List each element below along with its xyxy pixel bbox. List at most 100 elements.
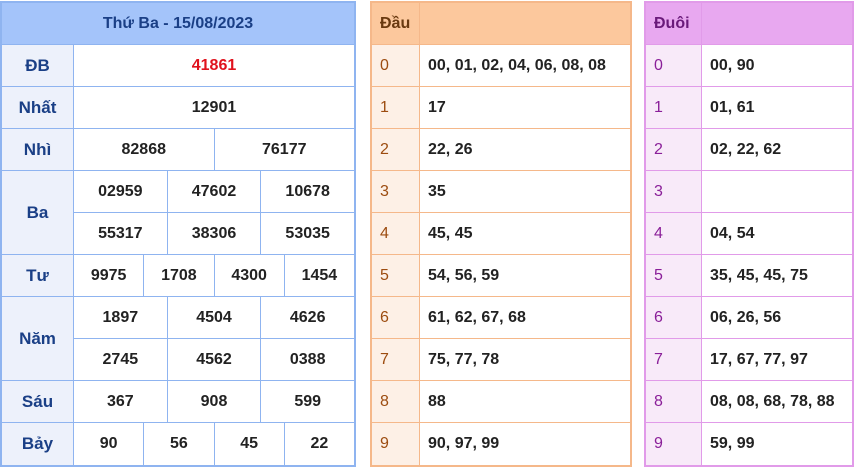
duoi-row: 4 04, 54	[646, 213, 852, 255]
prize-label: Năm	[2, 297, 74, 380]
prize-values: 367 908 599	[74, 381, 354, 422]
dau-digit: 9	[372, 423, 420, 465]
prize-number: 4504	[166, 297, 261, 338]
prize-label: Ba	[2, 171, 74, 254]
prize-row: Nhất 12901	[2, 87, 354, 129]
prize-number: 4300	[213, 255, 284, 296]
dau-table: Đầu 0 00, 01, 02, 04, 06, 08, 08 1 17 2 22, 2…	[370, 1, 632, 467]
prize-number: 9975	[90, 266, 127, 284]
prize-number: 10678	[260, 171, 354, 212]
duoi-row: 0 00, 90	[646, 45, 852, 87]
prize-value-row: 367 908 599	[74, 381, 354, 422]
duoi-row: 1 01, 61	[646, 87, 852, 129]
dau-row: 1 17	[372, 87, 630, 129]
prize-row: Bảy 90 56 45 22	[2, 423, 354, 465]
duoi-numbers: 35, 45, 45, 75	[710, 266, 808, 284]
dau-digit: 2	[372, 129, 420, 170]
duoi-digit: 3	[646, 171, 702, 212]
prize-row: Sáu 367 908 599	[2, 381, 354, 423]
prize-number: 1708	[143, 255, 213, 296]
prize-values: 1897 4504 4626 2745 4562 0388	[74, 297, 354, 380]
dau-row: 8 88	[372, 381, 630, 423]
prize-number: 90	[99, 435, 118, 452]
prize-number: 82868	[121, 140, 167, 158]
prize-value-row: 1897 4504 4626	[74, 297, 354, 338]
prize-number: 12901	[191, 98, 237, 116]
prize-label: Bảy	[2, 423, 74, 465]
prize-number: 22	[283, 423, 354, 465]
duoi-digit: 2	[646, 129, 702, 170]
prize-values: 9975 1708 4300 1454	[74, 255, 354, 296]
duoi-numbers: 00, 90	[710, 56, 755, 74]
duoi-digit: 9	[646, 423, 702, 465]
dau-row: 0 00, 01, 02, 04, 06, 08, 08	[372, 45, 630, 87]
duoi-row: 9 59, 99	[646, 423, 852, 465]
duoi-row: 2 02, 22, 62	[646, 129, 852, 171]
dau-numbers: 61, 62, 67, 68	[428, 308, 526, 326]
dau-row: 5 54, 56, 59	[372, 255, 630, 297]
prize-value-row: 2745 4562 0388	[74, 338, 354, 380]
prize-label: Nhất	[2, 87, 74, 128]
dau-numbers: 45, 45	[428, 224, 473, 242]
dau-numbers: 88	[428, 392, 446, 410]
prize-label: ĐB	[2, 45, 74, 86]
dau-digit: 3	[372, 171, 420, 212]
duoi-table: Đuôi 0 00, 90 1 01, 61 2 02, 22, 62 3 4 04, 54 5 3…	[644, 1, 854, 467]
results-title: Thứ Ba - 15/08/2023	[2, 3, 354, 45]
prize-label: Tư	[2, 255, 74, 296]
dau-header: Đầu	[372, 3, 420, 44]
duoi-row: 8 08, 08, 68, 78, 88	[646, 381, 852, 423]
prize-number: 55317	[98, 224, 143, 242]
duoi-numbers: 04, 54	[710, 224, 755, 242]
dau-row: 9 90, 97, 99	[372, 423, 630, 465]
prize-value-row: 55317 38306 53035	[74, 212, 354, 254]
special-prize-number: 41861	[191, 56, 237, 74]
prize-row: Ba 02959 47602 10678 55317 38306 53035	[2, 171, 354, 255]
dau-row: 4 45, 45	[372, 213, 630, 255]
dau-digit: 0	[372, 45, 420, 86]
results-table: Thứ Ba - 15/08/2023 ĐB 41861 Nhất 12901 Nhì 8…	[0, 1, 356, 467]
duoi-digit: 0	[646, 45, 702, 86]
duoi-numbers: 02, 22, 62	[710, 140, 782, 158]
dau-digit: 5	[372, 255, 420, 296]
dau-digit: 4	[372, 213, 420, 254]
prize-value-row: 02959 47602 10678	[74, 171, 354, 212]
prize-values: 82868 76177	[74, 129, 354, 170]
dau-numbers: 75, 77, 78	[428, 350, 500, 368]
prize-number: 599	[260, 381, 354, 422]
duoi-rows: 0 00, 90 1 01, 61 2 02, 22, 62 3 4 04, 54 5 35, 45…	[646, 45, 852, 465]
dau-header-row: Đầu	[372, 3, 630, 45]
prize-values: 02959 47602 10678 55317 38306 53035	[74, 171, 354, 254]
dau-row: 2 22, 26	[372, 129, 630, 171]
prize-label: Nhì	[2, 129, 74, 170]
prize-rows: ĐB 41861 Nhất 12901 Nhì 82868 76177 Ba 02959 4760…	[2, 45, 354, 465]
duoi-row: 6 06, 26, 56	[646, 297, 852, 339]
prize-value-row: 9975 1708 4300 1454	[74, 255, 354, 296]
dau-digit: 1	[372, 87, 420, 128]
dau-rows: 0 00, 01, 02, 04, 06, 08, 08 1 17 2 22, 26 3 35…	[372, 45, 630, 465]
prize-value-row: 82868 76177	[74, 129, 354, 170]
prize-number: 367	[106, 392, 134, 410]
duoi-numbers: 06, 26, 56	[710, 308, 782, 326]
duoi-digit: 4	[646, 213, 702, 254]
prize-number: 1897	[102, 308, 139, 326]
prize-number: 53035	[260, 213, 354, 254]
prize-number: 4626	[260, 297, 354, 338]
prize-values: 12901	[74, 87, 354, 128]
dau-numbers: 35	[428, 182, 446, 200]
duoi-header-row: Đuôi	[646, 3, 852, 45]
dau-numbers: 54, 56, 59	[428, 266, 500, 284]
prize-number: 1454	[283, 255, 354, 296]
duoi-numbers: 59, 99	[710, 435, 755, 452]
duoi-digit: 8	[646, 381, 702, 422]
prize-label: Sáu	[2, 381, 74, 422]
duoi-row: 7 17, 67, 77, 97	[646, 339, 852, 381]
dau-digit: 7	[372, 339, 420, 380]
duoi-numbers: 17, 67, 77, 97	[710, 350, 808, 368]
prize-number: 908	[166, 381, 261, 422]
duoi-numbers	[702, 171, 852, 212]
dau-row: 3 35	[372, 171, 630, 213]
prize-number: 45	[213, 423, 284, 465]
prize-number: 02959	[98, 182, 143, 200]
prize-row: Năm 1897 4504 4626 2745 4562 0388	[2, 297, 354, 381]
